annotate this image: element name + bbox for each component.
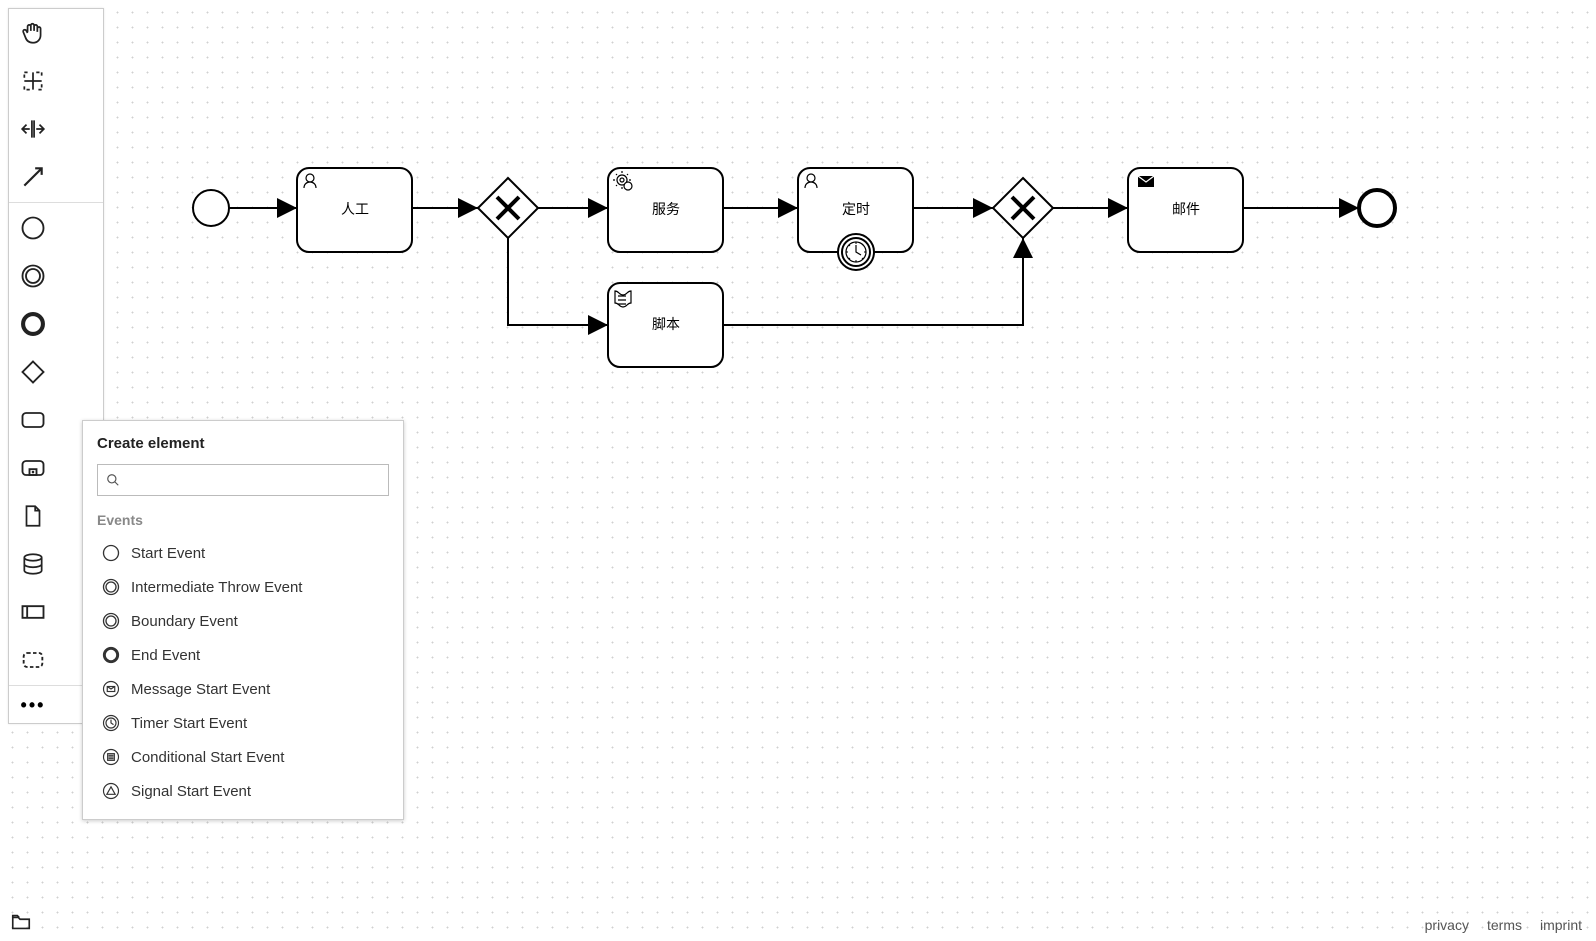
data-store-tool[interactable] bbox=[9, 540, 57, 588]
popup-list: Events Start Event Intermediate Throw Ev… bbox=[97, 510, 389, 815]
item-label: End Event bbox=[131, 647, 200, 664]
more-tools[interactable]: ••• bbox=[9, 687, 57, 723]
item-label: Timer Start Event bbox=[131, 715, 247, 732]
start-event-tool[interactable] bbox=[9, 204, 57, 252]
circle-double-icon bbox=[101, 611, 121, 631]
participant-tool[interactable] bbox=[9, 588, 57, 636]
circle-timer-icon bbox=[101, 713, 121, 733]
intermediate-event-tool[interactable] bbox=[9, 252, 57, 300]
folder-icon[interactable] bbox=[10, 911, 32, 933]
footer-links: privacy terms imprint bbox=[1425, 917, 1582, 933]
item-start-event[interactable]: Start Event bbox=[97, 536, 389, 570]
item-intermediate-throw-event[interactable]: Intermediate Throw Event bbox=[97, 570, 389, 604]
item-label: Boundary Event bbox=[131, 613, 238, 630]
popup-title: Create element bbox=[97, 435, 389, 452]
exclusive-gateway-tool[interactable] bbox=[9, 348, 57, 396]
item-label: Start Event bbox=[131, 545, 205, 562]
item-timer-start-event[interactable]: Timer Start Event bbox=[97, 706, 389, 740]
circle-message-icon bbox=[101, 679, 121, 699]
subprocess-tool[interactable] bbox=[9, 444, 57, 492]
footer-privacy[interactable]: privacy bbox=[1425, 917, 1469, 933]
circle-signal-icon bbox=[101, 781, 121, 801]
group-tool[interactable] bbox=[9, 636, 57, 684]
item-conditional-start-event[interactable]: Conditional Start Event bbox=[97, 740, 389, 774]
end-event-tool[interactable] bbox=[9, 300, 57, 348]
circle-thin-icon bbox=[101, 543, 121, 563]
item-label: Signal Start Event bbox=[131, 783, 251, 800]
circle-double-icon bbox=[101, 577, 121, 597]
item-boundary-event[interactable]: Boundary Event bbox=[97, 604, 389, 638]
item-label: Message Start Event bbox=[131, 681, 270, 698]
search-icon bbox=[106, 473, 120, 487]
circle-conditional-icon bbox=[101, 747, 121, 767]
create-element-popup: Create element Events Start Event Interm… bbox=[82, 420, 404, 820]
item-message-start-event[interactable]: Message Start Event bbox=[97, 672, 389, 706]
item-signal-start-event[interactable]: Signal Start Event bbox=[97, 774, 389, 808]
data-object-tool[interactable] bbox=[9, 492, 57, 540]
item-label: Conditional Start Event bbox=[131, 749, 284, 766]
item-label: Intermediate Throw Event bbox=[131, 579, 302, 596]
popup-search-input[interactable] bbox=[120, 472, 380, 488]
task-tool[interactable] bbox=[9, 396, 57, 444]
lasso-tool[interactable] bbox=[9, 57, 57, 105]
hand-tool[interactable] bbox=[9, 9, 57, 57]
footer-left bbox=[10, 911, 32, 933]
popup-group-label: Events bbox=[97, 512, 389, 528]
circle-thick-icon bbox=[101, 645, 121, 665]
item-end-event[interactable]: End Event bbox=[97, 638, 389, 672]
space-tool[interactable] bbox=[9, 105, 57, 153]
popup-search[interactable] bbox=[97, 464, 389, 496]
global-connect-tool[interactable] bbox=[9, 153, 57, 201]
footer-imprint[interactable]: imprint bbox=[1540, 917, 1582, 933]
footer-terms[interactable]: terms bbox=[1487, 917, 1522, 933]
